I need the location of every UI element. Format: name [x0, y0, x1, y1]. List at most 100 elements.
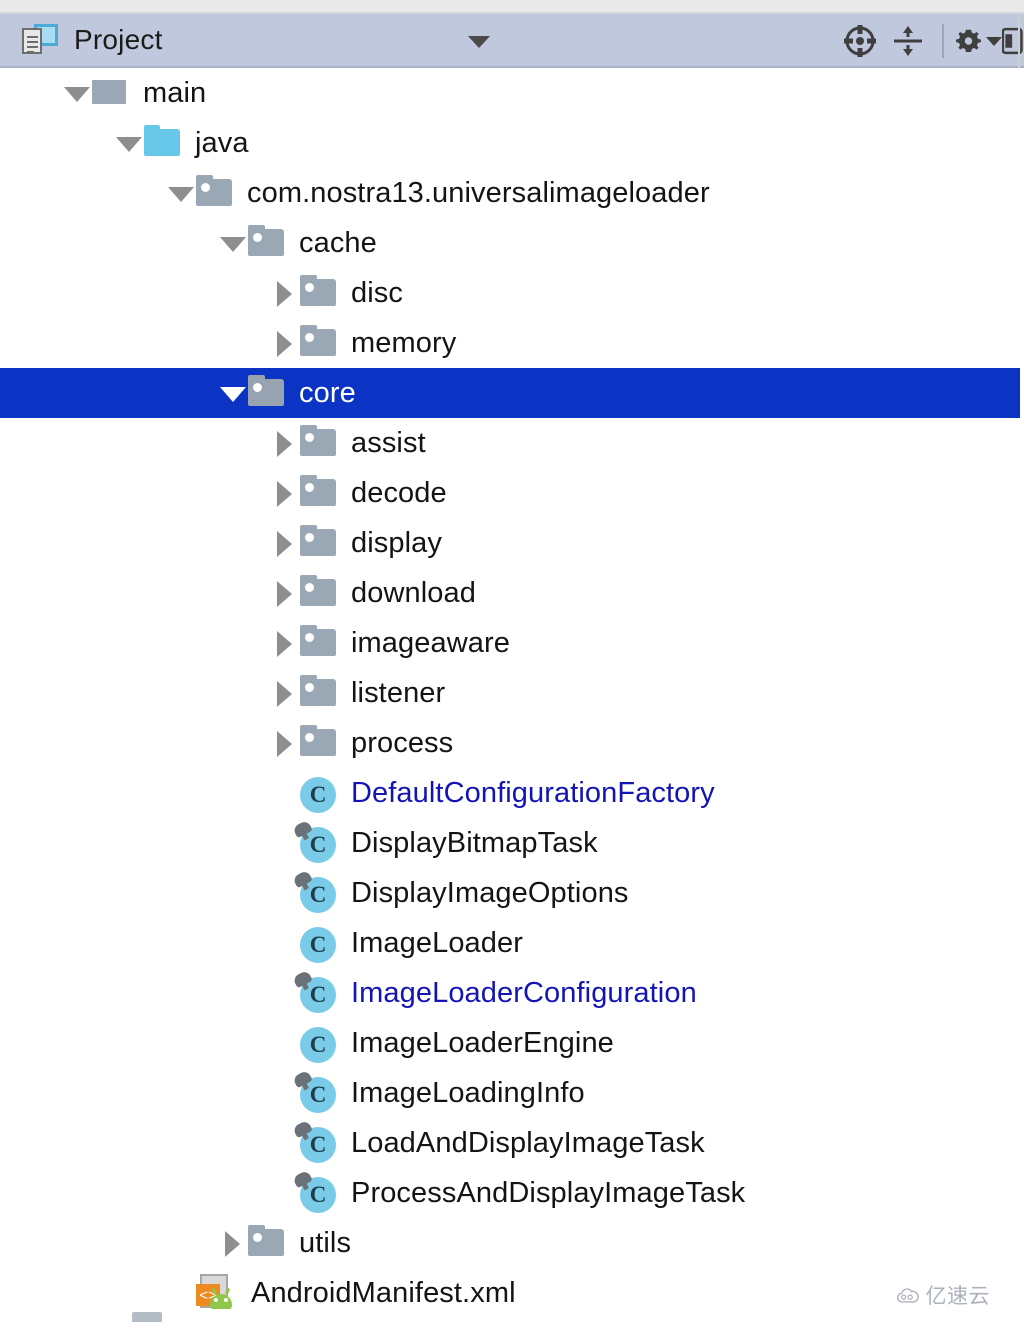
- tree-row[interactable]: C LoadAndDisplayImageTask: [0, 1118, 1020, 1168]
- class-icon: C: [292, 1169, 338, 1213]
- expand-triangle-icon[interactable]: [270, 628, 300, 658]
- tree-row[interactable]: core: [0, 368, 1020, 418]
- tree-row-label: download: [351, 576, 476, 609]
- expand-triangle-icon[interactable]: [270, 278, 300, 308]
- collapse-all-button[interactable]: [884, 17, 932, 65]
- project-tree[interactable]: main java com.nostra13.universalimageloade…: [0, 68, 1020, 1322]
- twisty-spacer: [270, 928, 300, 958]
- expand-triangle-icon[interactable]: [270, 678, 300, 708]
- tool-window-title-group[interactable]: Project: [0, 24, 163, 56]
- tree-row-label: ImageLoaderConfiguration: [351, 976, 697, 1009]
- tree-row-label: main: [143, 76, 207, 109]
- class-icon: C: [292, 1069, 338, 1113]
- hide-panel-icon: [1002, 27, 1023, 55]
- collapse-triangle-icon[interactable]: [218, 228, 248, 258]
- class-letter: C: [309, 1032, 327, 1057]
- expand-triangle-icon[interactable]: [270, 478, 300, 508]
- tree-row[interactable]: C ImageLoaderEngine: [0, 1018, 1020, 1068]
- tree-row-label: assist: [351, 426, 426, 459]
- expand-triangle-icon[interactable]: [270, 578, 300, 608]
- tree-row-label: display: [351, 526, 442, 559]
- settings-button[interactable]: [954, 17, 1002, 65]
- expand-triangle-icon[interactable]: [270, 728, 300, 758]
- page-title: Project: [74, 24, 163, 55]
- tree-row-label: com.nostra13.universalimageloader: [247, 176, 710, 209]
- tree-row[interactable]: cache: [0, 218, 1020, 268]
- tree-row-label: ImageLoader: [351, 926, 523, 959]
- twisty-spacer: [270, 778, 300, 808]
- tree-row[interactable]: C ProcessAndDisplayImageTask: [0, 1168, 1020, 1218]
- tree-row[interactable]: C ImageLoaderConfiguration: [0, 968, 1020, 1018]
- tree-row-label: imageaware: [351, 626, 510, 659]
- class-icon: C: [300, 777, 338, 813]
- source-root-icon: [92, 77, 130, 109]
- class-icon: C: [292, 1119, 338, 1163]
- class-letter: C: [309, 782, 327, 807]
- tree-row-label: memory: [351, 326, 457, 359]
- tree-row-label: disc: [351, 276, 403, 309]
- expand-triangle-icon[interactable]: [270, 428, 300, 458]
- tree-row-label: LoadAndDisplayImageTask: [351, 1126, 705, 1159]
- class-letter: C: [309, 1132, 327, 1157]
- tree-row-label: DisplayImageOptions: [351, 876, 629, 909]
- class-letter: C: [309, 1182, 327, 1207]
- tree-row-label: ImageLoadingInfo: [351, 1076, 585, 1109]
- tree-row-label: ProcessAndDisplayImageTask: [351, 1176, 746, 1209]
- tree-row[interactable]: decode: [0, 468, 1020, 518]
- class-icon: C: [292, 869, 338, 913]
- tree-row[interactable]: java: [0, 118, 1020, 168]
- package-icon: [300, 575, 338, 609]
- expand-triangle-icon[interactable]: [270, 328, 300, 358]
- package-icon: [300, 725, 338, 759]
- chevron-down-icon[interactable]: [468, 36, 490, 48]
- class-letter: C: [309, 982, 327, 1007]
- collapse-triangle-icon[interactable]: [218, 378, 248, 408]
- android-xml-icon: <>: [196, 1274, 238, 1312]
- collapse-triangle-icon[interactable]: [166, 178, 196, 208]
- tree-row[interactable]: download: [0, 568, 1020, 618]
- java-folder-icon: [144, 125, 182, 159]
- package-icon: [248, 225, 286, 259]
- hide-button[interactable]: [1002, 17, 1024, 65]
- tree-row[interactable]: listener: [0, 668, 1020, 718]
- package-icon: [196, 175, 234, 209]
- tree-row[interactable]: C DisplayBitmapTask: [0, 818, 1020, 868]
- tree-row[interactable]: C DisplayImageOptions: [0, 868, 1020, 918]
- class-letter: C: [309, 882, 327, 907]
- twisty-spacer: [270, 1028, 300, 1058]
- header-actions: [836, 14, 1024, 68]
- partial-clipped-row: [0, 1308, 1020, 1322]
- package-icon: [300, 275, 338, 309]
- expand-triangle-icon[interactable]: [218, 1228, 248, 1258]
- tree-row[interactable]: com.nostra13.universalimageloader: [0, 168, 1020, 218]
- tree-row-label: DisplayBitmapTask: [351, 826, 598, 859]
- project-tool-window: Project main java com.nostra13.universal…: [0, 0, 1024, 1322]
- package-icon: [300, 325, 338, 359]
- collapse-triangle-icon[interactable]: [62, 78, 92, 108]
- tree-row[interactable]: utils: [0, 1218, 1020, 1268]
- tree-row[interactable]: disc: [0, 268, 1020, 318]
- package-icon: [248, 1225, 286, 1259]
- tree-row[interactable]: memory: [0, 318, 1020, 368]
- tree-row-label: ImageLoaderEngine: [351, 1026, 614, 1059]
- package-icon: [248, 375, 286, 409]
- crosshair-target-icon: [844, 25, 876, 57]
- expand-triangle-icon[interactable]: [270, 528, 300, 558]
- tree-row[interactable]: C DefaultConfigurationFactory: [0, 768, 1020, 818]
- twisty-spacer: [166, 1278, 196, 1308]
- tree-row-label: listener: [351, 676, 446, 709]
- class-icon: C: [300, 1027, 338, 1063]
- tree-row-label: cache: [299, 226, 377, 259]
- tree-row[interactable]: C ImageLoadingInfo: [0, 1068, 1020, 1118]
- tree-row[interactable]: imageaware: [0, 618, 1020, 668]
- project-window-icon: [22, 24, 58, 56]
- tree-row-label: decode: [351, 476, 447, 509]
- tree-row[interactable]: main: [0, 68, 1020, 118]
- tree-row[interactable]: assist: [0, 418, 1020, 468]
- scroll-from-source-button[interactable]: [836, 17, 884, 65]
- package-icon: [300, 475, 338, 509]
- collapse-triangle-icon[interactable]: [114, 128, 144, 158]
- tree-row[interactable]: process: [0, 718, 1020, 768]
- tree-row[interactable]: display: [0, 518, 1020, 568]
- tree-row[interactable]: C ImageLoader: [0, 918, 1020, 968]
